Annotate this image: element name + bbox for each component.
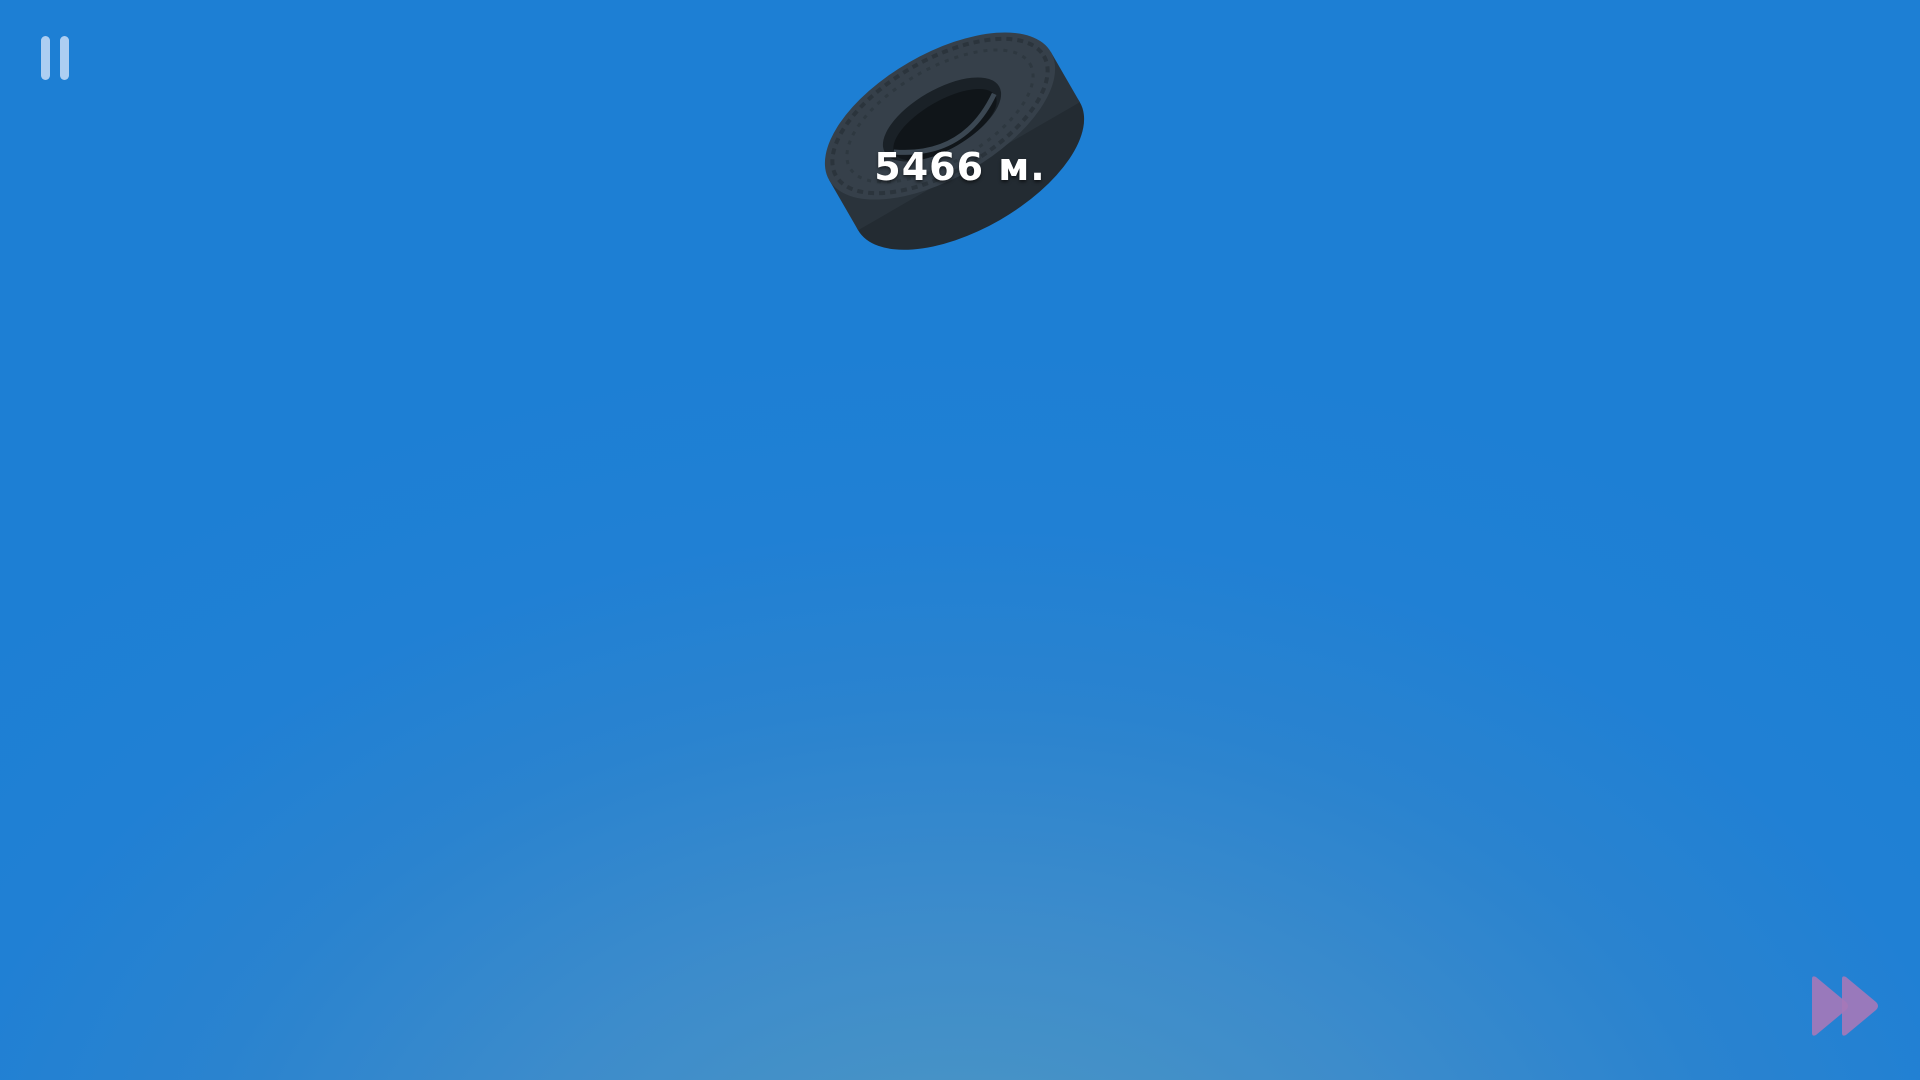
tire-object [824,32,1085,250]
pause-icon-bar-right [60,36,69,80]
distance-counter: 5466 м. [874,145,1046,189]
fast-forward-icon [1812,976,1878,1036]
fast-forward-button[interactable] [1808,975,1884,1037]
pause-icon-bar-left [41,36,50,80]
pause-button[interactable] [38,34,78,82]
